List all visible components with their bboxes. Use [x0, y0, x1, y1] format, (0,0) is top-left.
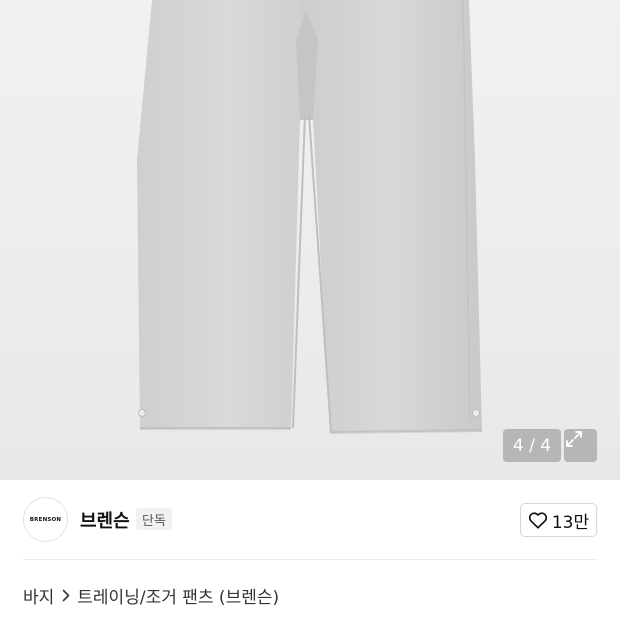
- brand-row: BRENSON 브렌슨 단독 13만: [0, 480, 620, 560]
- divider: [23, 559, 597, 560]
- exclusive-badge-text: 단독: [142, 513, 166, 529]
- expand-icon: [566, 431, 582, 447]
- product-image[interactable]: 4 / 4: [0, 0, 620, 480]
- image-counter: 4 / 4: [503, 429, 561, 462]
- breadcrumb-category[interactable]: 바지: [23, 583, 54, 608]
- pants-photo: [137, 0, 483, 434]
- like-button[interactable]: 13만: [520, 503, 597, 537]
- exclusive-badge: 단독: [136, 508, 172, 530]
- image-counter-text: 4 / 4: [512, 435, 552, 456]
- brand-logo[interactable]: BRENSON: [23, 497, 68, 542]
- heart-outline-icon: [528, 512, 547, 529]
- brand-name[interactable]: 브렌슨: [80, 507, 130, 533]
- breadcrumb: 바지 트레이닝/조거 팬츠 (브렌슨): [23, 583, 279, 608]
- like-count: 13만: [551, 512, 590, 533]
- chevron-right-icon: [62, 589, 70, 602]
- brand-logo-text: BRENSON: [29, 516, 62, 523]
- expand-image-button[interactable]: [564, 429, 597, 462]
- breadcrumb-subcategory[interactable]: 트레이닝/조거 팬츠 (브렌슨): [77, 583, 279, 608]
